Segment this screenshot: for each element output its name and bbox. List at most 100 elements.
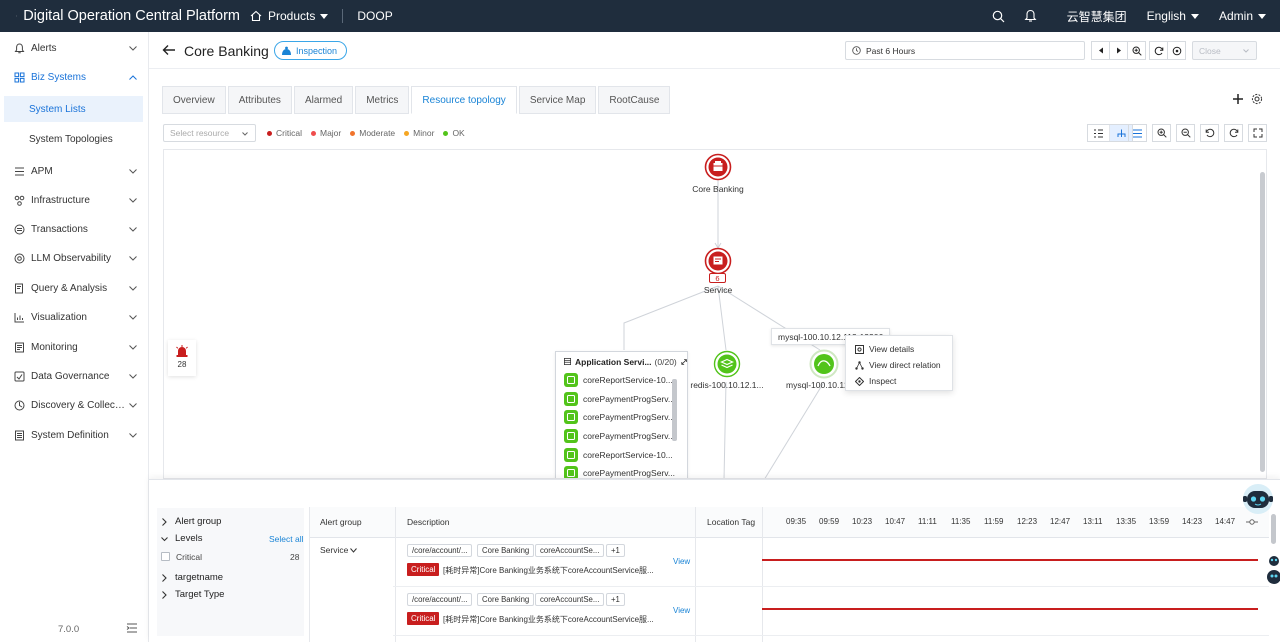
- collapse-sidebar-icon[interactable]: [126, 622, 138, 634]
- sidebar-item-label: Visualization: [31, 311, 87, 323]
- time-range-picker[interactable]: Past 6 Hours: [845, 41, 1085, 60]
- assistant-bot-icon[interactable]: [1240, 482, 1276, 516]
- view-direct-relation-menu-item[interactable]: View direct relation: [846, 357, 952, 373]
- page-header: Core Banking Inspection Past 6 Hours Clo…: [149, 32, 1280, 69]
- monitor-icon: [14, 342, 25, 353]
- view-details-menu-item[interactable]: View details: [846, 341, 952, 357]
- inspection-button[interactable]: Inspection: [274, 41, 348, 60]
- doop-link[interactable]: DOOP: [347, 9, 402, 23]
- add-icon[interactable]: [1232, 93, 1244, 105]
- layout-list-button[interactable]: [1088, 125, 1110, 141]
- sidebar-subitem-system-topologies[interactable]: System Topologies: [4, 126, 143, 152]
- zoom-in-button[interactable]: [1152, 124, 1171, 142]
- expand-icon[interactable]: [681, 358, 687, 366]
- org-switcher[interactable]: 云智慧集团: [1057, 8, 1137, 25]
- tab-overview[interactable]: Overview: [162, 86, 226, 114]
- canvas-scrollbar[interactable]: [1260, 172, 1265, 472]
- products-menu[interactable]: Products: [240, 9, 338, 23]
- column-divider: [762, 507, 763, 642]
- refresh-button[interactable]: [1149, 41, 1168, 60]
- resource-select[interactable]: Select resource: [163, 124, 256, 142]
- list-view-button[interactable]: [1128, 124, 1147, 142]
- reset-view-button[interactable]: [1200, 124, 1219, 142]
- sidebar-item-query-analysis[interactable]: Query & Analysis: [0, 274, 149, 302]
- app-service-item[interactable]: coreReportService-10...: [556, 445, 687, 464]
- timeline-settings-icon[interactable]: [1246, 518, 1258, 526]
- search-icon[interactable]: [991, 8, 1007, 24]
- select-all-link[interactable]: Select all: [269, 534, 304, 544]
- service-node-icon[interactable]: [704, 247, 732, 275]
- time-zoom-button[interactable]: [1127, 41, 1146, 60]
- sidebar-item-apm[interactable]: APM: [0, 157, 149, 185]
- time-next-button[interactable]: [1109, 41, 1128, 60]
- application-service-group[interactable]: Application Servi... (0/20) coreReportSe…: [555, 351, 688, 478]
- legend-ok[interactable]: OK: [443, 128, 465, 138]
- app-service-item[interactable]: corePaymentProgServ...: [556, 390, 687, 409]
- status-legend: Critical Major Moderate Minor OK: [267, 128, 474, 138]
- menu-item-label: View details: [869, 344, 915, 354]
- legend-dot: [310, 130, 316, 136]
- critical-checkbox[interactable]: [161, 552, 170, 561]
- assistant-side-icon[interactable]: [1262, 555, 1280, 587]
- close-select[interactable]: Close: [1192, 41, 1257, 60]
- filter-target-type[interactable]: Target Type: [161, 589, 224, 600]
- mysql-node-icon[interactable]: [809, 349, 839, 379]
- sidebar-item-biz-systems[interactable]: Biz Systems: [0, 63, 149, 91]
- filter-targetname[interactable]: targetname: [161, 572, 223, 583]
- inspect-menu-item[interactable]: Inspect: [846, 373, 952, 389]
- fullscreen-button[interactable]: [1248, 124, 1267, 142]
- topology-canvas[interactable]: Core Banking 6 Service 28 Application Se…: [163, 149, 1267, 479]
- sidebar-item-monitoring[interactable]: Monitoring: [0, 333, 149, 361]
- sidebar-item-system-definition[interactable]: System Definition: [0, 421, 149, 449]
- view-alert-link[interactable]: View: [673, 606, 690, 615]
- sidebar-item-discovery-collection[interactable]: Discovery & Collection: [0, 391, 149, 419]
- filter-levels[interactable]: Levels: [161, 533, 202, 544]
- core-banking-node-icon[interactable]: [704, 153, 732, 181]
- severity-badge: Critical: [407, 563, 440, 576]
- tab-resource-topology[interactable]: Resource topology: [411, 86, 517, 114]
- app-service-item[interactable]: coreReportService-10...: [556, 371, 687, 390]
- app-service-item[interactable]: corePaymentProgServ...: [556, 427, 687, 446]
- products-label: Products: [268, 9, 316, 23]
- view-alert-link[interactable]: View: [673, 557, 690, 566]
- legend-critical[interactable]: Critical: [267, 128, 302, 138]
- alert-tag-more[interactable]: +1: [606, 544, 625, 557]
- redis-node-icon[interactable]: [713, 350, 741, 378]
- tab-service-map[interactable]: Service Map: [518, 86, 597, 114]
- legend-moderate[interactable]: Moderate: [350, 128, 395, 138]
- app-group-scrollbar[interactable]: [672, 379, 677, 441]
- legend-minor[interactable]: Minor: [404, 128, 434, 138]
- gear-icon[interactable]: [1251, 93, 1263, 105]
- app-service-item[interactable]: corePaymentProgServ...: [556, 464, 687, 478]
- time-prev-button[interactable]: [1091, 41, 1110, 60]
- alert-table-scrollbar[interactable]: [1271, 514, 1276, 544]
- sidebar-item-infrastructure[interactable]: Infrastructure: [0, 186, 149, 214]
- back-arrow-icon[interactable]: [161, 42, 177, 58]
- tab-alarmed[interactable]: Alarmed: [293, 86, 354, 114]
- auto-refresh-button[interactable]: [1167, 41, 1186, 60]
- sidebar-subitem-system-lists[interactable]: System Lists: [4, 96, 143, 122]
- brand[interactable]: Digital Operation Central Platform: [0, 8, 240, 24]
- sidebar-item-llm-observability[interactable]: LLM Observability: [0, 244, 149, 272]
- sidebar-item-data-governance[interactable]: Data Governance: [0, 362, 149, 390]
- tab-attributes[interactable]: Attributes: [227, 86, 292, 114]
- alarm-counter-widget[interactable]: 28: [168, 340, 196, 376]
- sidebar-item-alerts[interactable]: Alerts: [0, 34, 149, 62]
- tab-metrics[interactable]: Metrics: [355, 86, 410, 114]
- sidebar-item-visualization[interactable]: Visualization: [0, 303, 149, 331]
- zoom-in-icon: [1156, 128, 1167, 138]
- group-service-toggle[interactable]: Service: [320, 545, 358, 555]
- app-service-item[interactable]: corePaymentProgServ...: [556, 408, 687, 427]
- tab-rootcause[interactable]: RootCause: [598, 86, 671, 114]
- language-menu[interactable]: English: [1137, 9, 1209, 23]
- user-menu[interactable]: Admin: [1209, 9, 1280, 23]
- legend-major[interactable]: Major: [310, 128, 341, 138]
- alert-tag-more[interactable]: +1: [606, 593, 625, 606]
- notification-bell-icon[interactable]: [1023, 8, 1039, 24]
- version-label: 7.0.0: [58, 624, 80, 635]
- sidebar-item-transactions[interactable]: Transactions: [0, 215, 149, 243]
- zoom-out-button[interactable]: [1176, 124, 1195, 142]
- refresh-topology-button[interactable]: [1224, 124, 1243, 142]
- refresh-icon: [1229, 128, 1238, 138]
- filter-alert-group[interactable]: Alert group: [161, 516, 221, 527]
